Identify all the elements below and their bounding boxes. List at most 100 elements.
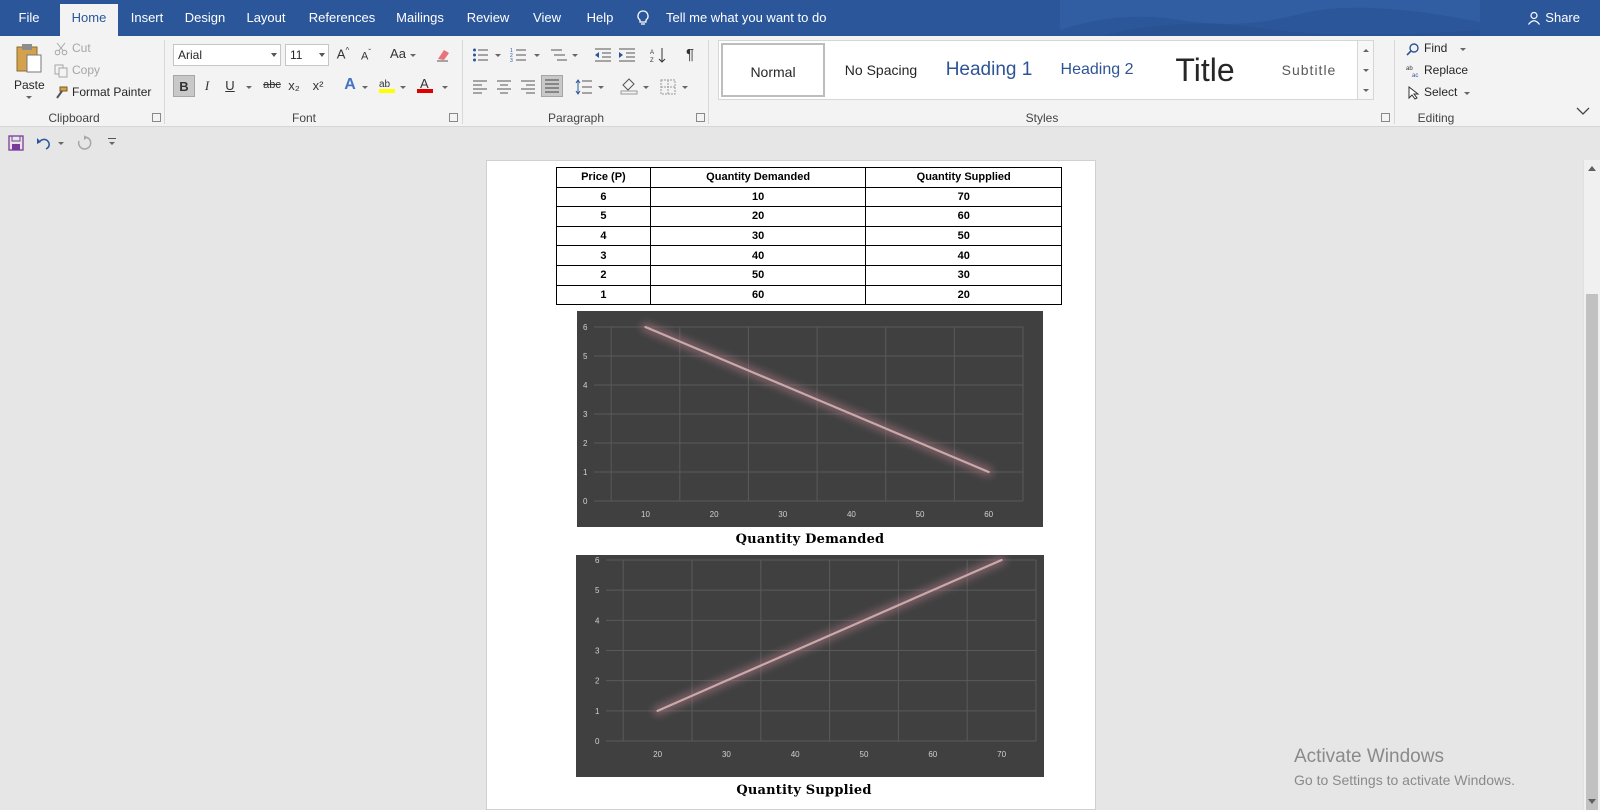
shading-icon[interactable] [620, 77, 638, 95]
bold-button[interactable]: B [173, 75, 195, 97]
align-left-icon[interactable] [472, 79, 488, 95]
format-painter-button[interactable]: Format Painter [54, 84, 158, 102]
share-button[interactable]: Share [1528, 0, 1580, 36]
tab-layout[interactable]: Layout [246, 0, 286, 36]
tab-file[interactable]: File [12, 0, 46, 36]
line-spacing-dropdown-icon[interactable] [598, 86, 604, 89]
increase-indent-icon[interactable] [618, 47, 636, 63]
scroll-up-icon[interactable] [1363, 49, 1369, 52]
justify-button[interactable] [541, 75, 563, 97]
strikethrough-button[interactable]: abc [260, 79, 284, 91]
styles-more-icon[interactable] [1363, 89, 1369, 92]
select-button[interactable]: Select [1406, 84, 1476, 102]
find-button[interactable]: Find [1406, 40, 1476, 58]
supply-chart-svg: 0 1 2 3 4 5 6 20 30 40 50 60 70 [595, 555, 1037, 759]
highlight-icon[interactable]: ab [378, 76, 396, 94]
subscript-button[interactable]: x₂ [284, 78, 304, 93]
data-point [781, 384, 784, 386]
multilevel-list-icon[interactable] [550, 47, 568, 63]
bullets-dropdown-icon[interactable] [495, 54, 501, 57]
underline-button[interactable]: U [220, 78, 240, 93]
clipboard-launcher-icon[interactable] [152, 113, 161, 122]
change-case-button[interactable]: Aa [386, 46, 410, 61]
tab-help[interactable]: Help [584, 0, 616, 36]
data-point [863, 619, 865, 622]
styles-scroll[interactable] [1357, 41, 1373, 99]
copy-button[interactable]: Copy [54, 62, 114, 80]
cut-button[interactable]: Cut [54, 40, 114, 58]
style-subtitle[interactable]: Subtitle [1261, 43, 1357, 97]
shrink-font-icon[interactable]: Aˇ [356, 48, 376, 63]
redo-icon[interactable] [76, 135, 92, 151]
svg-text:A: A [420, 76, 429, 91]
underline-dropdown-icon[interactable] [246, 86, 252, 89]
tell-me-search[interactable]: Tell me what you want to do [636, 0, 826, 36]
collapse-ribbon-icon[interactable] [1576, 106, 1590, 116]
table-cell: 1 [556, 284, 651, 306]
replace-button[interactable]: ab ac Replace [1406, 62, 1476, 80]
paste-button[interactable]: Paste [10, 40, 46, 102]
decrease-indent-icon[interactable] [594, 47, 612, 63]
styles-launcher-icon[interactable] [1381, 113, 1390, 122]
magnifier-icon [1406, 43, 1419, 56]
style-heading-1[interactable]: Heading 1 [937, 43, 1041, 97]
style-heading-2[interactable]: Heading 2 [1045, 43, 1149, 97]
supply-chart[interactable]: 0 1 2 3 4 5 6 20 30 40 50 60 70 [576, 555, 1044, 777]
font-name-combo[interactable]: Arial [173, 44, 281, 66]
style-normal[interactable]: Normal [721, 43, 825, 97]
data-table: Price (P) Quantity Demanded Quantity Sup… [556, 167, 1062, 306]
data-point [656, 709, 659, 712]
person-icon [1528, 11, 1541, 25]
style-title[interactable]: Title [1153, 43, 1257, 97]
font-size-combo[interactable]: 11 [285, 44, 329, 66]
font-color-dropdown-icon[interactable] [442, 86, 448, 89]
scroll-up-icon[interactable] [1588, 166, 1596, 171]
scroll-down-icon[interactable] [1363, 69, 1369, 72]
customize-qat-icon[interactable] [108, 138, 116, 148]
align-right-icon[interactable] [520, 79, 536, 95]
italic-button[interactable]: I [197, 78, 217, 94]
undo-dropdown-icon[interactable] [58, 142, 64, 145]
bullets-icon[interactable] [472, 47, 490, 63]
align-center-icon[interactable] [496, 79, 512, 95]
font-launcher-icon[interactable] [449, 113, 458, 122]
style-no-spacing[interactable]: No Spacing [829, 43, 933, 97]
tab-view[interactable]: View [530, 0, 564, 36]
borders-dropdown-icon[interactable] [682, 86, 688, 89]
font-group-label: Font [291, 111, 316, 125]
show-marks-icon[interactable]: ¶ [680, 46, 700, 63]
grow-font-icon[interactable]: A^ [333, 46, 353, 61]
highlight-dropdown-icon[interactable] [400, 86, 406, 89]
tab-references[interactable]: References [306, 0, 378, 36]
font-color-icon[interactable]: A [416, 76, 434, 94]
tab-mailings[interactable]: Mailings [394, 0, 446, 36]
table-cell: 60 [649, 284, 867, 306]
change-case-dropdown-icon[interactable] [410, 54, 416, 57]
sort-icon[interactable]: AZ [650, 47, 666, 63]
tab-insert[interactable]: Insert [128, 0, 166, 36]
tab-design[interactable]: Design [184, 0, 226, 36]
scroll-down-icon[interactable] [1588, 799, 1596, 804]
undo-icon[interactable] [36, 135, 52, 151]
clear-formatting-icon[interactable] [435, 47, 451, 63]
line-spacing-icon[interactable] [575, 79, 593, 95]
scroll-thumb[interactable] [1586, 294, 1598, 810]
text-effects-dropdown-icon[interactable] [362, 86, 368, 89]
demand-chart[interactable]: 0 1 2 3 4 5 6 10 20 30 40 50 60 [577, 311, 1043, 527]
numbering-dropdown-icon[interactable] [534, 54, 540, 57]
superscript-button[interactable]: x² [308, 78, 328, 93]
data-point [919, 442, 922, 444]
multilevel-dropdown-icon[interactable] [572, 54, 578, 57]
numbering-icon[interactable]: 1 2 3 [510, 47, 528, 63]
save-icon[interactable] [8, 135, 24, 151]
table-row: 4 30 50 [556, 225, 1062, 247]
tab-home[interactable]: Home [60, 4, 118, 36]
shading-dropdown-icon[interactable] [643, 86, 649, 89]
paragraph-launcher-icon[interactable] [696, 113, 705, 122]
tab-review[interactable]: Review [466, 0, 510, 36]
table-cell: 50 [865, 225, 1062, 247]
x-tick-label: 60 [984, 510, 993, 519]
text-effects-icon[interactable]: A [340, 76, 360, 94]
borders-icon[interactable] [660, 79, 676, 95]
vertical-scrollbar[interactable] [1583, 160, 1600, 810]
